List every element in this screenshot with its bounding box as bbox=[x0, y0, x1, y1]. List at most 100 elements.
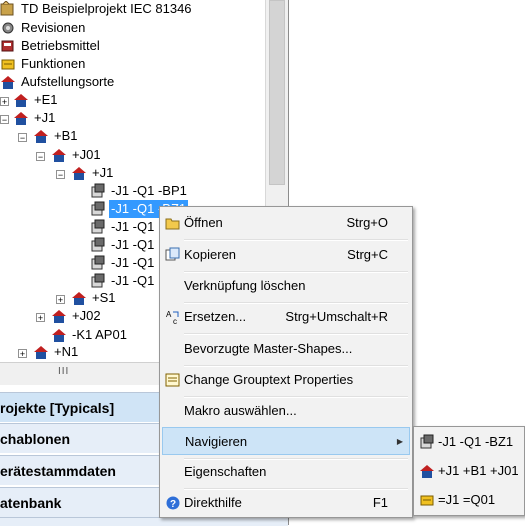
navigate-submenu[interactable]: -J1 -Q1 -BZ1 +J1 +B1 +J01 =J1 =Q01 bbox=[413, 426, 525, 516]
scrollbar-thumb[interactable] bbox=[269, 0, 285, 185]
expand-toggle[interactable]: + bbox=[18, 349, 27, 359]
replace-icon: Ac bbox=[166, 310, 179, 325]
tree-item-q1-a[interactable]: -J1 -Q1 bbox=[90, 218, 156, 236]
tree-item-q1-c[interactable]: -J1 -Q1 bbox=[90, 254, 156, 272]
submenu-item-bz1[interactable]: -J1 -Q1 -BZ1 bbox=[416, 428, 524, 456]
tree-item-label: -J1 -Q1 bbox=[111, 255, 155, 270]
menu-item-makro-auswaehlen[interactable]: Makro auswählen... bbox=[162, 397, 410, 425]
tree-item-bp1[interactable]: -J1 -Q1 -BP1 bbox=[90, 182, 189, 200]
menu-item-label: Öffnen bbox=[184, 215, 223, 230]
device-icon bbox=[91, 255, 105, 270]
tree-item-label: -K1 AP01 bbox=[72, 327, 127, 342]
collapse-toggle[interactable]: − bbox=[56, 170, 65, 180]
expand-toggle[interactable]: + bbox=[56, 295, 65, 305]
tree-item-label: +J02 bbox=[72, 308, 101, 323]
tree-item-label: Revisionen bbox=[21, 20, 86, 35]
nav-bar-label: erätestammdaten bbox=[0, 463, 116, 479]
submenu-item-label: +J1 +B1 +J01 bbox=[438, 463, 519, 478]
menu-item-label: Bevorzugte Master-Shapes... bbox=[184, 341, 353, 356]
location-icon bbox=[14, 94, 28, 107]
submenu-arrow-icon: ▶ bbox=[396, 437, 403, 446]
device-icon bbox=[91, 219, 105, 234]
device-icon bbox=[91, 201, 105, 216]
submenu-item-label: -J1 -Q1 -BZ1 bbox=[438, 434, 514, 449]
menu-item-shortcut: Strg+Umschalt+R bbox=[285, 309, 388, 324]
menu-item-ersetzen[interactable]: Ac Ersetzen... Strg+Umschalt+R bbox=[162, 303, 410, 331]
svg-text:?: ? bbox=[170, 499, 176, 510]
menu-item-navigieren[interactable]: Navigieren ▶ bbox=[162, 427, 410, 455]
help-icon: ? bbox=[166, 496, 180, 510]
menu-item-label: Navigieren bbox=[185, 434, 248, 449]
menu-item-bevorzugte-master-shapes[interactable]: Bevorzugte Master-Shapes... bbox=[162, 335, 410, 363]
function-icon bbox=[1, 59, 15, 70]
tree-item-n1[interactable]: +N1 bbox=[33, 343, 80, 361]
nav-bar-label: atenbank bbox=[0, 495, 62, 511]
tree-item-label: +E1 bbox=[34, 92, 58, 107]
svg-text:A: A bbox=[166, 310, 172, 319]
menu-item-label: Direkthilfe bbox=[184, 495, 242, 510]
submenu-item-label: =J1 =Q01 bbox=[438, 492, 496, 507]
tree-item-label: +S1 bbox=[92, 290, 116, 305]
tree-item-label: +B1 bbox=[54, 128, 78, 143]
tree-item-funktionen[interactable]: Funktionen bbox=[0, 55, 87, 73]
menu-item-label: Verknüpfung löschen bbox=[184, 278, 306, 293]
splitter-grip[interactable]: III bbox=[58, 366, 69, 377]
tree-item-label: TD Beispielprojekt IEC 81346 bbox=[21, 1, 192, 16]
tree-item-revisionen[interactable]: Revisionen bbox=[0, 19, 87, 37]
location-icon bbox=[52, 149, 66, 162]
nav-bar-label: chablonen bbox=[0, 431, 71, 447]
collapse-toggle[interactable]: − bbox=[18, 133, 27, 143]
revision-icon bbox=[2, 22, 14, 34]
tree-item-aufstellungsorte[interactable]: Aufstellungsorte bbox=[0, 73, 116, 91]
tree-item-k1-ap01[interactable]: -K1 AP01 bbox=[51, 326, 129, 344]
function-icon bbox=[420, 495, 434, 506]
tree-item-q1-b[interactable]: -J1 -Q1 bbox=[90, 236, 156, 254]
location-icon bbox=[1, 76, 15, 89]
tree-item-label: -J1 -Q1 bbox=[111, 219, 155, 234]
location-icon bbox=[72, 292, 86, 305]
tree-item-j1-nested[interactable]: +J1 bbox=[71, 164, 115, 182]
tree-item-s1[interactable]: +S1 bbox=[71, 289, 118, 307]
tree-item-label: -J1 -Q1 -BP1 bbox=[111, 183, 187, 198]
location-icon bbox=[52, 329, 66, 342]
tree-item-label: +J1 bbox=[34, 110, 56, 125]
svg-text:c: c bbox=[173, 317, 177, 325]
menu-item-verknuepfung-loeschen[interactable]: Verknüpfung löschen bbox=[162, 272, 410, 300]
copy-icon bbox=[165, 247, 180, 261]
menu-item-kopieren[interactable]: Kopieren Strg+C bbox=[162, 241, 410, 269]
expand-toggle[interactable]: + bbox=[36, 313, 45, 323]
properties-icon bbox=[165, 373, 180, 387]
submenu-item-location[interactable]: +J1 +B1 +J01 bbox=[416, 457, 524, 485]
tree-item-j01[interactable]: +J01 bbox=[51, 146, 103, 164]
tree-item-project[interactable]: TD Beispielprojekt IEC 81346 bbox=[0, 0, 194, 18]
menu-item-eigenschaften[interactable]: Eigenschaften bbox=[162, 458, 410, 486]
menu-item-label: Makro auswählen... bbox=[184, 403, 297, 418]
menu-item-change-grouptext-properties[interactable]: Change Grouptext Properties bbox=[162, 366, 410, 394]
tree-item-betriebsmittel[interactable]: Betriebsmittel bbox=[0, 37, 102, 55]
menu-item-label: Eigenschaften bbox=[184, 464, 267, 479]
open-folder-icon bbox=[165, 218, 180, 230]
device-icon bbox=[420, 434, 434, 449]
tree-item-b1[interactable]: +B1 bbox=[33, 127, 80, 145]
tree-item-label: +N1 bbox=[54, 344, 79, 359]
location-icon bbox=[14, 112, 28, 125]
expand-toggle[interactable]: + bbox=[0, 97, 9, 107]
tree-item-label: -J1 -Q1 bbox=[111, 237, 155, 252]
menu-item-label: Change Grouptext Properties bbox=[184, 372, 354, 387]
collapse-toggle[interactable]: − bbox=[36, 152, 45, 162]
tree-item-label: Betriebsmittel bbox=[21, 38, 100, 53]
menu-item-shortcut: Strg+C bbox=[347, 247, 388, 262]
tree-item-j1[interactable]: +J1 bbox=[13, 109, 57, 127]
menu-item-label: Kopieren bbox=[184, 247, 237, 262]
menu-item-oeffnen[interactable]: Öffnen Strg+O bbox=[162, 209, 410, 237]
location-icon bbox=[72, 167, 86, 180]
tree-item-e1[interactable]: +E1 bbox=[13, 91, 60, 109]
tree-item-q1-d[interactable]: -J1 -Q1 bbox=[90, 272, 156, 290]
context-menu[interactable]: Öffnen Strg+O Kopieren Strg+C Verknüpfun… bbox=[159, 206, 413, 518]
tree-item-j02[interactable]: +J02 bbox=[51, 307, 103, 325]
location-icon bbox=[34, 346, 48, 359]
component-icon bbox=[1, 40, 14, 52]
submenu-item-function[interactable]: =J1 =Q01 bbox=[416, 486, 524, 514]
menu-item-direkthilfe[interactable]: ? Direkthilfe F1 bbox=[162, 489, 410, 517]
collapse-toggle[interactable]: − bbox=[0, 115, 9, 125]
